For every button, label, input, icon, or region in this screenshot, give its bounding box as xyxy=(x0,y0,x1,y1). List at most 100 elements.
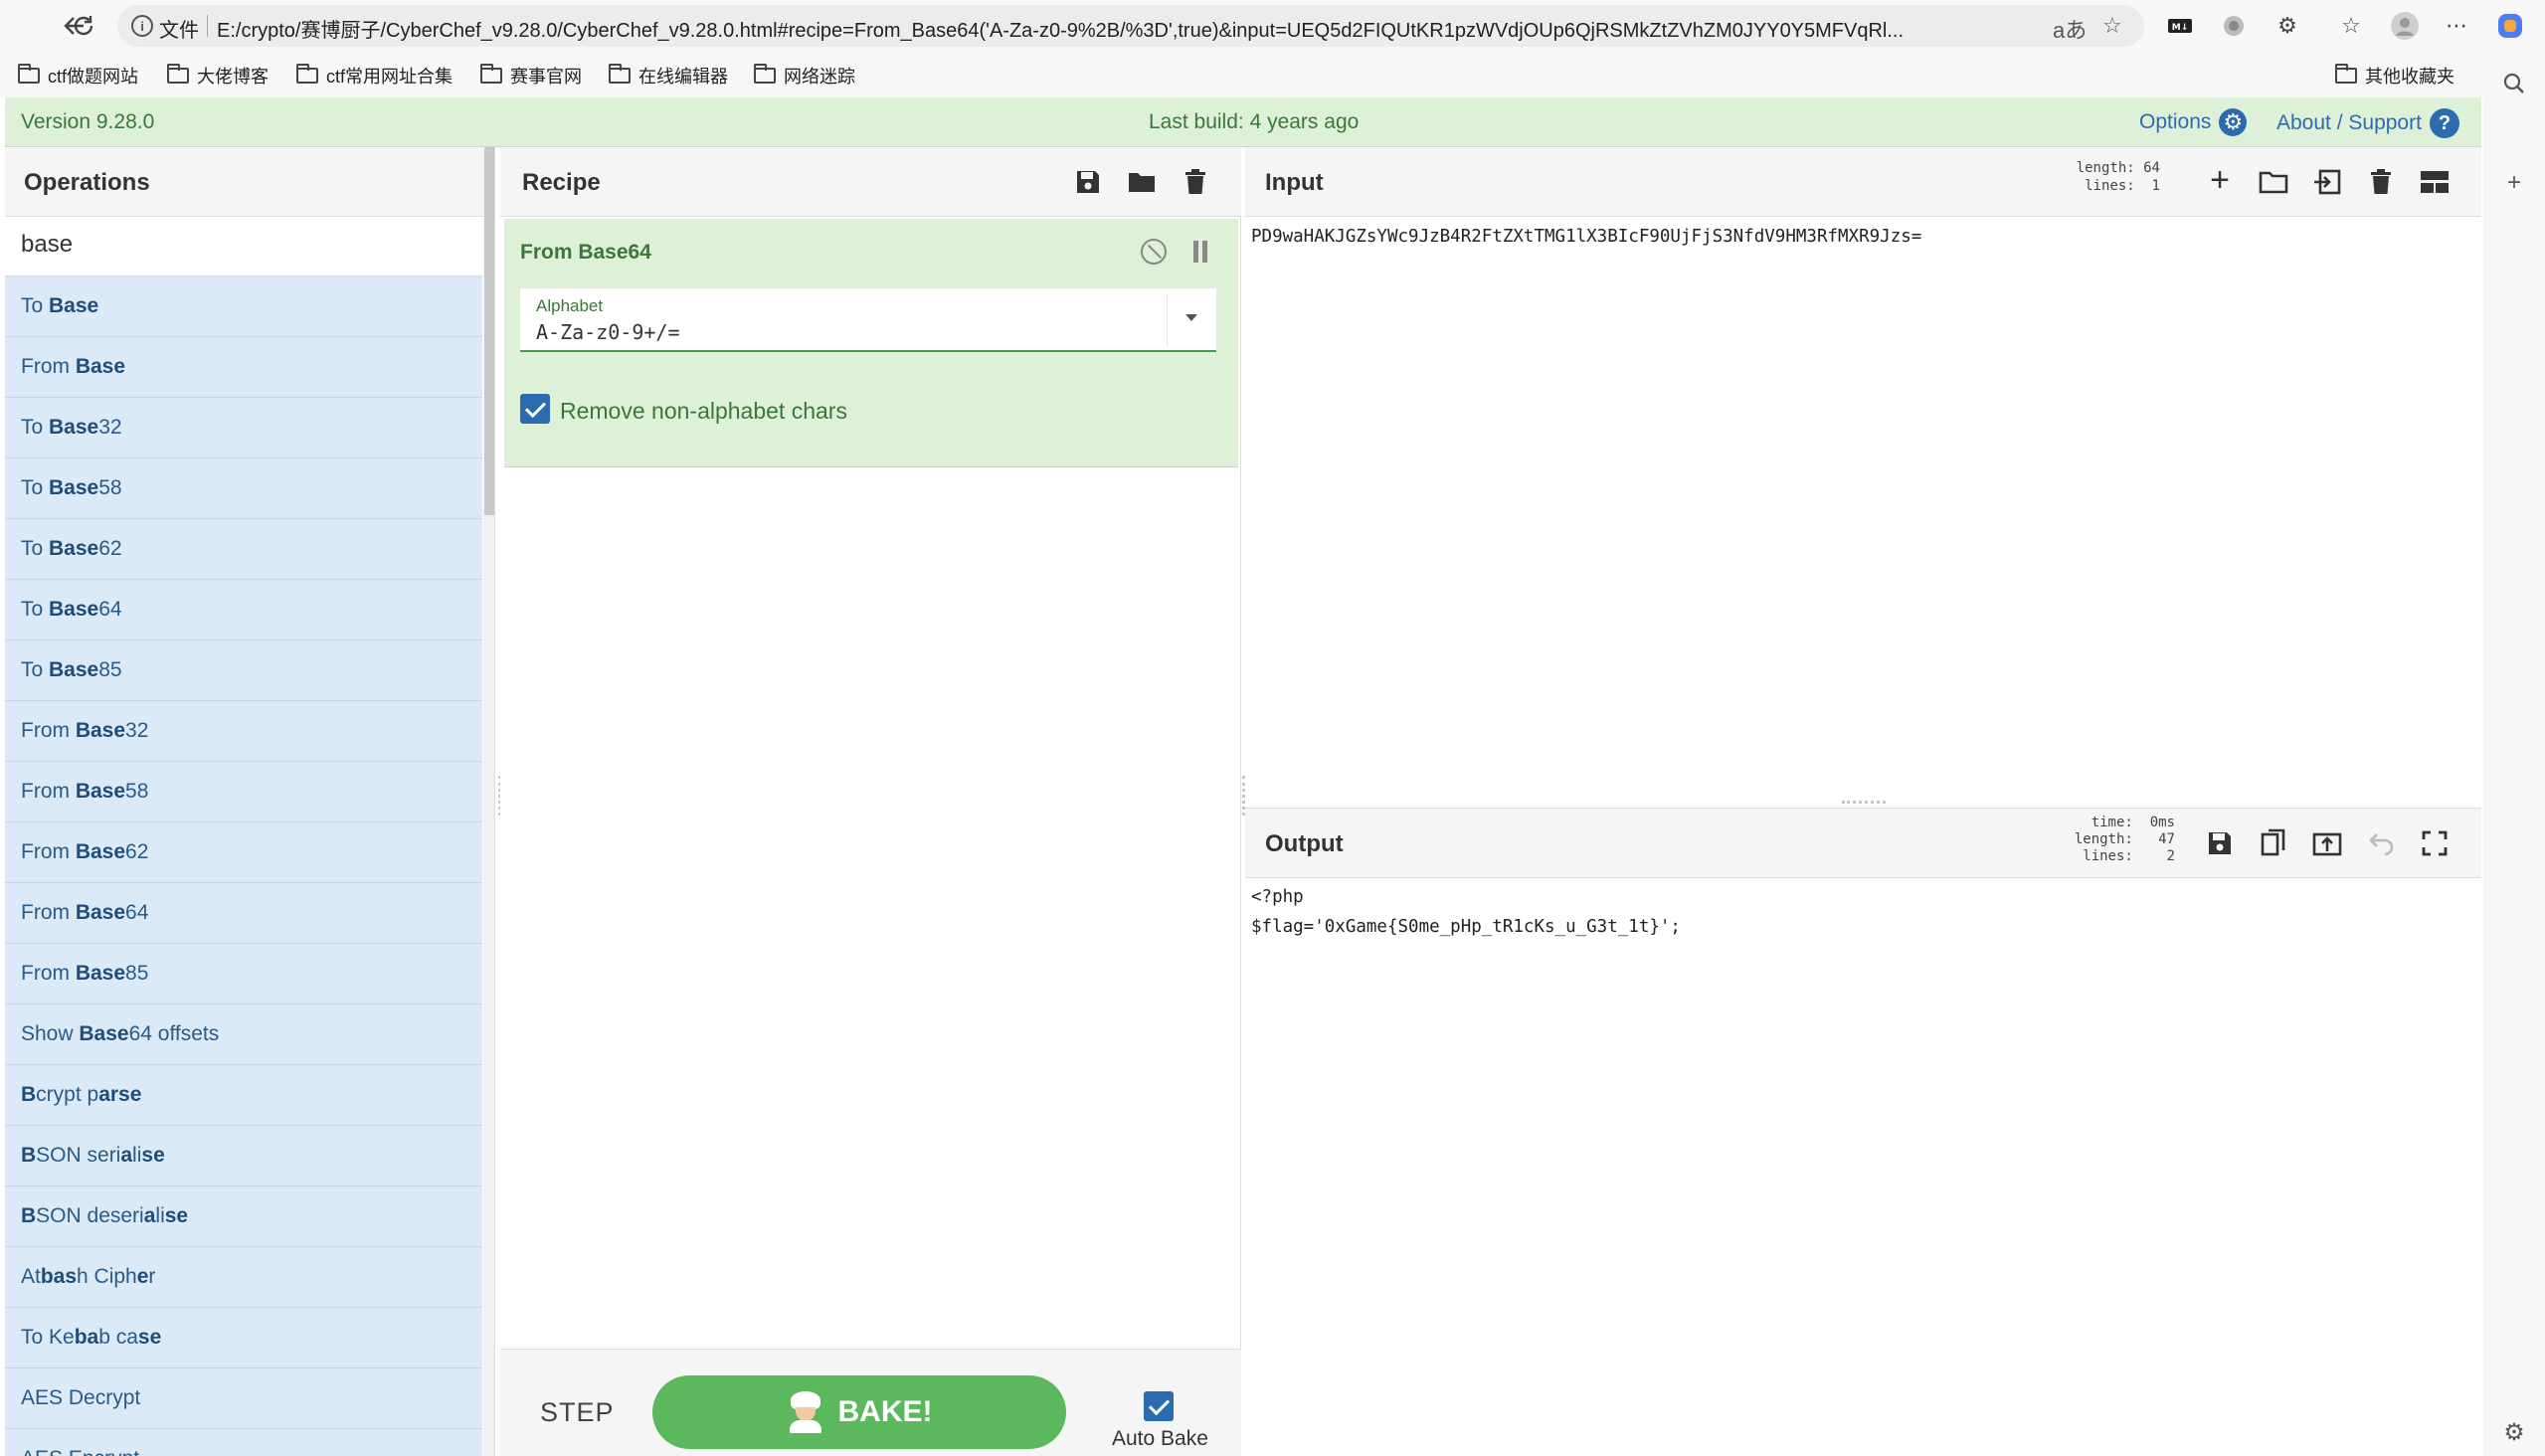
operation-list-item[interactable]: Show Base64 offsets xyxy=(5,1004,482,1065)
add-tab-icon[interactable]: + xyxy=(2203,161,2237,199)
extensions-icon[interactable]: ⚙ xyxy=(2272,10,2303,42)
circle-icon xyxy=(2224,16,2244,36)
markdown-extension-icon[interactable]: M↓ xyxy=(2164,10,2196,42)
operation-list-item[interactable]: To Kebab case xyxy=(5,1308,482,1368)
operation-list-item[interactable]: To Base32 xyxy=(5,398,482,458)
operation-list-item[interactable]: To Base64 xyxy=(5,580,482,640)
favorites-icon[interactable]: ☆ xyxy=(2335,10,2367,42)
more-menu-icon[interactable]: ⋯ xyxy=(2441,10,2472,42)
input-textarea[interactable]: PD9waHAKJGZsYWc9JzB4R2FtZXtTMG1lX3BIcF90… xyxy=(1251,227,1921,247)
clear-input-button[interactable] xyxy=(2364,165,2398,199)
input-panel: Input length: 64 lines: 1 + PD9waHAKJGZs… xyxy=(1245,147,2481,798)
bookmark-item[interactable]: ctf做题网站 xyxy=(18,63,138,89)
operation-list-item[interactable]: From Base85 xyxy=(5,944,482,1004)
from-base64-operation: From Base64 Alphabet A-Za-z0-9+/= Remove… xyxy=(504,219,1238,467)
folder-icon xyxy=(609,64,631,84)
folder-icon xyxy=(2259,171,2288,194)
operation-list-item[interactable]: From Base64 xyxy=(5,883,482,944)
operation-list-item[interactable]: From Base xyxy=(5,337,482,398)
bookmark-label: 在线编辑器 xyxy=(638,67,728,87)
alphabet-select[interactable]: Alphabet A-Za-z0-9+/= xyxy=(520,288,1216,352)
address-url[interactable]: E:/crypto/赛博厨子/CyberChef_v9.28.0/CyberCh… xyxy=(217,14,2146,43)
undo-button[interactable] xyxy=(2364,826,2398,860)
operation-list-item[interactable]: From Base32 xyxy=(5,701,482,762)
recipe-panel: Recipe From Base64 Alphabet A-Za-z0-9+/= xyxy=(500,147,1241,1456)
copy-output-button[interactable] xyxy=(2257,826,2290,860)
operation-list-item[interactable]: From Base58 xyxy=(5,762,482,822)
bookmark-item[interactable]: 在线编辑器 xyxy=(609,63,728,89)
reset-layout-button[interactable] xyxy=(2418,165,2452,199)
operation-list-item[interactable]: To Base85 xyxy=(5,640,482,701)
operations-panel: Operations base To Base From Base To Base3… xyxy=(5,147,495,1456)
other-bookmarks[interactable]: 其他收藏夹 xyxy=(2335,63,2454,89)
folder-icon xyxy=(167,64,189,84)
reload-button[interactable] xyxy=(64,6,103,46)
alphabet-value[interactable]: A-Za-z0-9+/= xyxy=(536,320,680,344)
info-icon[interactable]: i xyxy=(131,15,153,37)
operation-list-item[interactable]: BSON deserialise xyxy=(5,1186,482,1247)
operation-list-item[interactable]: To Base62 xyxy=(5,519,482,580)
breakpoint-pause-icon[interactable] xyxy=(1192,241,1208,263)
operations-search-input[interactable]: base xyxy=(5,217,494,276)
output-panel: Output time: 0ms length: 47 lines: 2 <?p… xyxy=(1245,808,2481,1456)
chevron-down-icon[interactable] xyxy=(1185,314,1197,321)
bake-button[interactable]: BAKE! xyxy=(652,1375,1066,1449)
input-stats: length: 64 lines: 1 xyxy=(2076,160,2160,194)
address-bar[interactable]: i 文件 E:/crypto/赛博厨子/CyberChef_v9.28.0/Cy… xyxy=(117,5,2144,47)
operation-list-item[interactable]: AES Decrypt xyxy=(5,1368,482,1429)
step-button[interactable]: STEP xyxy=(540,1397,615,1428)
bake-label: BAKE! xyxy=(837,1395,933,1428)
folder-open-icon xyxy=(1129,173,1155,192)
operation-list-item[interactable]: From Base62 xyxy=(5,822,482,883)
operation-list-item[interactable]: Atbash Cipher xyxy=(5,1247,482,1308)
operation-list-item[interactable]: AES Encrypt xyxy=(5,1429,482,1456)
open-folder-button[interactable] xyxy=(2257,165,2290,199)
folder-icon xyxy=(754,64,776,84)
copy-icon xyxy=(2261,828,2285,856)
gear-icon: ⚙ xyxy=(2219,108,2248,136)
load-recipe-button[interactable] xyxy=(1125,165,1159,199)
operation-list-item[interactable]: To Base58 xyxy=(5,458,482,519)
favorite-star-icon[interactable]: ☆ xyxy=(2102,13,2122,39)
operation-list-item[interactable]: To Base xyxy=(5,276,482,337)
disable-operation-icon[interactable] xyxy=(1141,239,1167,265)
alphabet-label: Alphabet xyxy=(536,296,604,315)
open-file-button[interactable] xyxy=(2310,165,2344,199)
about-support-link[interactable]: About / Support? xyxy=(2276,108,2459,138)
bookmark-item[interactable]: ctf常用网址合集 xyxy=(296,63,453,89)
bookmark-item[interactable]: 网络迷踪 xyxy=(754,63,855,89)
browser-toolbar: i 文件 E:/crypto/赛博厨子/CyberChef_v9.28.0/Cy… xyxy=(0,0,2545,52)
remove-non-alphabet-label[interactable]: Remove non-alphabet chars xyxy=(560,398,847,425)
operation-list-item[interactable]: Bcrypt parse xyxy=(5,1065,482,1126)
auto-bake-label[interactable]: Auto Bake xyxy=(1112,1427,1208,1451)
operation-list-item[interactable]: BSON serialise xyxy=(5,1126,482,1186)
chef-icon xyxy=(787,1391,824,1433)
md-icon: M↓ xyxy=(2168,19,2192,33)
add-icon[interactable]: + xyxy=(2498,167,2530,199)
operation-title: From Base64 xyxy=(520,241,651,264)
reload-icon xyxy=(74,16,93,36)
screen: i 文件 E:/crypto/赛博厨子/CyberChef_v9.28.0/Cy… xyxy=(0,0,2545,1456)
magnifier-icon xyxy=(2503,73,2524,93)
save-output-button[interactable] xyxy=(2203,826,2237,860)
clear-recipe-button[interactable] xyxy=(1179,165,1212,199)
copilot-icon[interactable] xyxy=(2494,10,2526,42)
record-extension-icon[interactable] xyxy=(2218,10,2250,42)
settings-gear-icon[interactable]: ⚙ xyxy=(2498,1416,2530,1448)
operations-scrollbar-thumb[interactable] xyxy=(484,147,494,515)
search-icon[interactable] xyxy=(2498,68,2530,99)
file-import-icon xyxy=(2314,169,2341,195)
resize-handle[interactable] xyxy=(1842,801,1886,804)
bookmark-item[interactable]: 赛事官网 xyxy=(480,63,582,89)
replace-input-button[interactable] xyxy=(2310,826,2344,860)
profile-avatar-icon[interactable] xyxy=(2389,10,2421,42)
read-aloud-icon[interactable]: aあ xyxy=(2053,13,2087,45)
operations-header: Operations xyxy=(5,147,494,217)
auto-bake-checkbox[interactable] xyxy=(1144,1391,1174,1421)
remove-non-alphabet-checkbox[interactable] xyxy=(520,394,550,424)
options-link[interactable]: Options ⚙ xyxy=(2139,108,2248,136)
save-recipe-button[interactable] xyxy=(1071,165,1105,199)
maximise-output-button[interactable] xyxy=(2418,826,2452,860)
bookmark-item[interactable]: 大佬博客 xyxy=(167,63,269,89)
avatar-icon xyxy=(2391,12,2419,40)
